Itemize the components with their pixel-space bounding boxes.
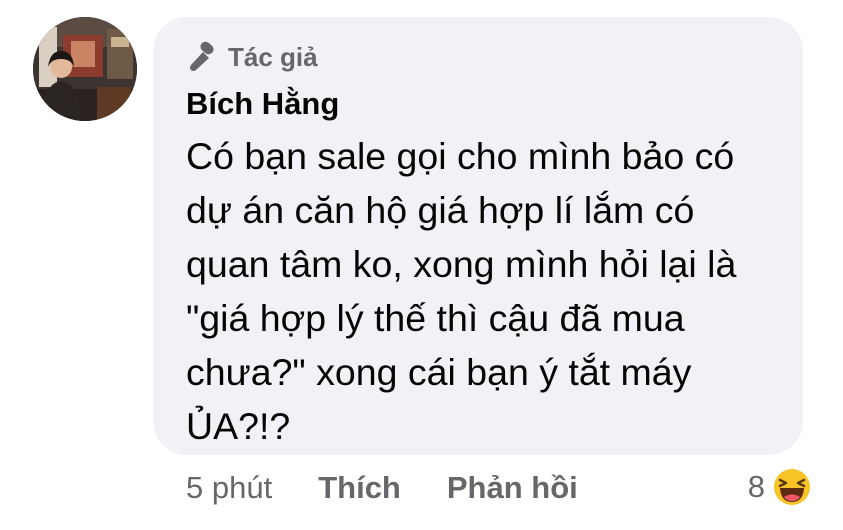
comment-bubble: Tác giả Bích Hằng Có bạn sale gọi cho mì… <box>153 17 803 455</box>
reaction-count: 8 <box>747 469 765 504</box>
comment-timestamp[interactable]: 5 phút <box>186 470 272 506</box>
like-button[interactable]: Thích <box>318 470 401 506</box>
reaction-summary[interactable]: 8 <box>748 465 813 509</box>
microphone-icon <box>186 40 220 74</box>
author-badge: Tác giả <box>186 39 783 75</box>
haha-emoji-icon <box>771 466 813 508</box>
author-badge-label: Tác giả <box>228 41 318 72</box>
avatar[interactable] <box>33 17 137 121</box>
comment-thread: Tác giả Bích Hằng Có bạn sale gọi cho mì… <box>0 0 843 530</box>
reply-button[interactable]: Phản hồi <box>447 470 578 506</box>
comment-text: Có bạn sale gọi cho mình bảo có dự án că… <box>186 135 737 447</box>
comment-actions: 5 phút Thích Phản hồi <box>186 468 578 508</box>
author-name[interactable]: Bích Hằng <box>186 85 783 123</box>
